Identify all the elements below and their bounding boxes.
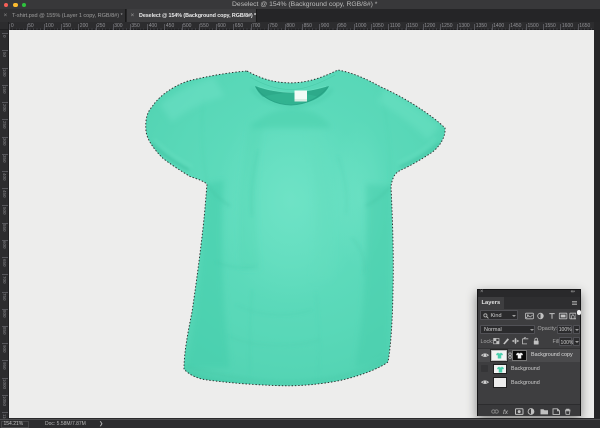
svg-text:fx: fx	[503, 409, 509, 415]
